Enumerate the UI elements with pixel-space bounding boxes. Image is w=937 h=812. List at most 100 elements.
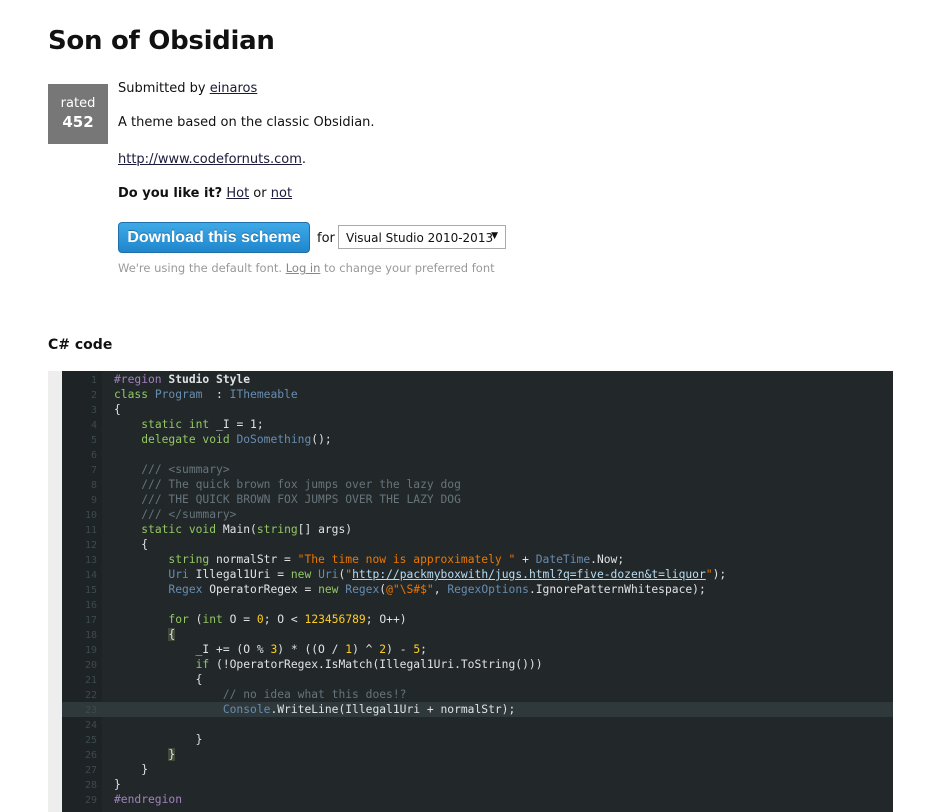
code-token: (); (311, 433, 332, 446)
code-line: 25 } (62, 732, 893, 747)
code-token: if (195, 658, 217, 671)
code-token: ) * ((O / (277, 643, 346, 656)
code-text: { (114, 627, 176, 642)
code-text: for (int O = 0; O < 123456789; O++) (114, 612, 406, 627)
code-token: OperatorRegex = (209, 583, 319, 596)
code-text: string normalStr = "The time now is appr… (114, 552, 624, 567)
line-number: 15 (84, 585, 97, 596)
line-number: 29 (84, 795, 97, 806)
code-token: http://packmyboxwith/jugs.html?q=five-do… (352, 568, 706, 581)
author-link[interactable]: einaros (210, 81, 258, 96)
code-text: { (114, 672, 203, 687)
code-text: static void Main(string[] args) (114, 522, 352, 537)
line-number: 8 (90, 480, 97, 491)
line-number: 2 (90, 390, 97, 401)
font-note-text: We're using the default font. (118, 261, 286, 275)
code-token: _I += (O % (114, 643, 271, 656)
code-line: 28} (62, 777, 893, 792)
code-token: new (290, 568, 319, 581)
code-token: _I = 1; (216, 418, 264, 431)
code-line: 23 Console.WriteLine(Illegal1Uri + norma… (62, 702, 893, 717)
code-token: "The time now is approximately " (297, 553, 516, 566)
code-token: [] args) (297, 523, 353, 536)
code-token: } (114, 763, 149, 776)
code-text: } (114, 762, 148, 777)
code-line: 27 } (62, 762, 893, 777)
code-token: ); (712, 568, 727, 581)
line-number: 19 (84, 645, 97, 656)
code-line: 6 (62, 447, 893, 462)
code-line: 17 for (int O = 0; O < 123456789; O++) (62, 612, 893, 627)
code-line: 5 delegate void DoSomething(); (62, 432, 893, 447)
code-text: Console.WriteLine(Illegal1Uri + normalSt… (114, 702, 515, 717)
line-number: 4 (90, 420, 97, 431)
line-number: 11 (84, 525, 97, 536)
description: A theme based on the classic Obsidian. (118, 115, 375, 130)
code-token: static int (141, 418, 217, 431)
code-preview: 1 #region Studio Style 2 class Program : IT… (48, 371, 893, 812)
font-note: We're using the default font. Log in to … (118, 261, 495, 275)
line-number: 12 (84, 540, 97, 551)
line-number: 24 (84, 720, 97, 731)
download-button[interactable]: Download this scheme (118, 222, 310, 253)
not-link[interactable]: not (271, 186, 292, 201)
code-token: 123456789 (304, 613, 366, 626)
or-text: or (249, 186, 271, 201)
code-text: Uri Illegal1Uri = new Uri("http://packmy… (114, 567, 726, 582)
code-text: static int _I = 1; (114, 417, 264, 432)
code-token: static void (141, 523, 223, 536)
code-token: Console (222, 703, 271, 716)
code-token: (!OperatorRegex.IsMatch(Illegal1Uri.ToSt… (216, 658, 543, 671)
code-token: RegexOptions (447, 583, 529, 596)
code-token: delegate void (141, 433, 237, 446)
code-token: Regex (345, 583, 380, 596)
code-token: } (114, 778, 121, 791)
code-token: , (433, 583, 448, 596)
code-token: { (168, 628, 176, 641)
code-token: Uri (318, 568, 339, 581)
code-line: 12 { (62, 537, 893, 552)
code-text: /// THE QUICK BROWN FOX JUMPS OVER THE L… (114, 492, 461, 507)
code-text: { (114, 402, 121, 417)
code-line: 22 // no idea what this does!? (62, 687, 893, 702)
for-label: for (317, 231, 335, 246)
code-text: /// </summary> (114, 507, 236, 522)
code-token: ) ^ (352, 643, 380, 656)
code-line: 15 Regex OperatorRegex = new Regex(@"\S#… (62, 582, 893, 597)
code-token: 0 (256, 613, 264, 626)
code-token: string (168, 553, 217, 566)
line-number: 9 (90, 495, 97, 506)
code-token: // no idea what this does!? (222, 688, 407, 701)
code-line: 11 static void Main(string[] args) (62, 522, 893, 537)
code-token: .IgnorePatternWhitespace); (528, 583, 706, 596)
line-number: 14 (84, 570, 97, 581)
code-token: .Now; (590, 553, 625, 566)
line-number: 27 (84, 765, 97, 776)
code-text: #region Studio Style (114, 372, 250, 387)
code-token: int (202, 613, 230, 626)
code-text: _I += (O % 3) * ((O / 1) ^ 2) - 5; (114, 642, 427, 657)
hot-link[interactable]: Hot (226, 186, 249, 201)
code-text: class Program : IThemeable (114, 387, 298, 402)
like-prompt: Do you like it? Hot or not (118, 186, 292, 201)
code-line: 21 { (62, 672, 893, 687)
code-line: 9 /// THE QUICK BROWN FOX JUMPS OVER THE… (62, 492, 893, 507)
line-number: 7 (90, 465, 97, 476)
code-token: { (114, 538, 149, 551)
submitted-by: Submitted by einaros (118, 81, 257, 96)
code-token: ; O < (263, 613, 305, 626)
code-token: /// THE QUICK BROWN FOX JUMPS OVER THE L… (141, 493, 461, 506)
code-line: 14 Uri Illegal1Uri = new Uri("http://pac… (62, 567, 893, 582)
code-line: 4 static int _I = 1; (62, 417, 893, 432)
ide-select[interactable]: Visual Studio 2010-2013 ▼ (338, 225, 506, 249)
login-link[interactable]: Log in (286, 261, 321, 275)
code-token: ; (420, 643, 427, 656)
website-link[interactable]: http://www.codefornuts.com (118, 152, 302, 167)
code-line: 16 (62, 597, 893, 612)
